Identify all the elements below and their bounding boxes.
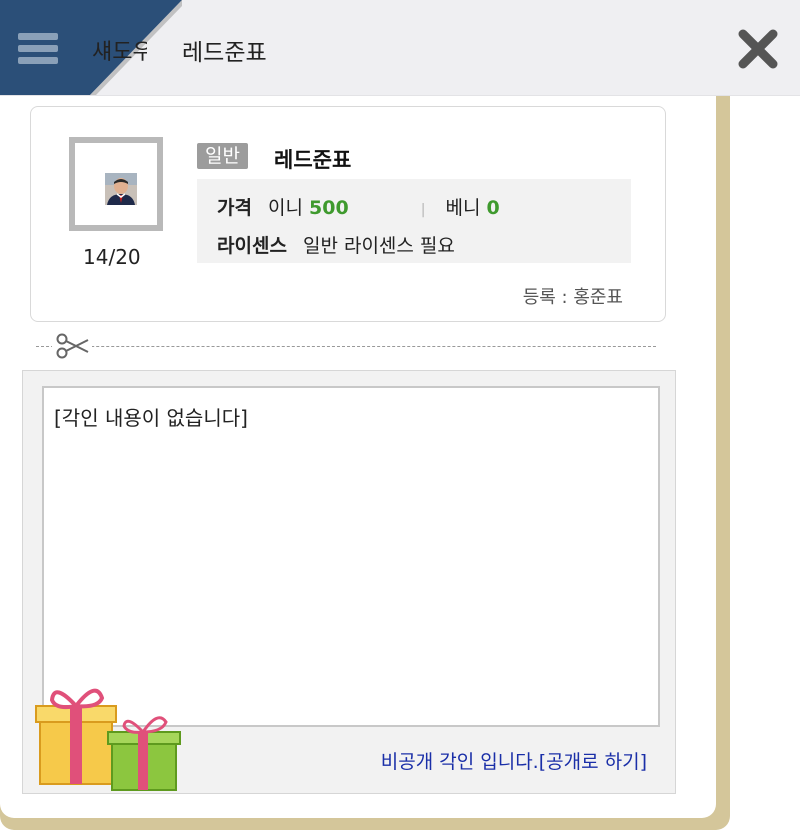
scissors-icon <box>52 330 92 362</box>
tab-label[interactable]: 섀도우 <box>92 34 147 66</box>
page-title: 레드준표 <box>182 40 267 66</box>
separator: | <box>420 202 426 218</box>
license-row: 라이센스 일반 라이센스 필요 <box>217 231 455 258</box>
price-label: 가격 <box>217 197 252 219</box>
make-public-link[interactable]: [공개로 하기] <box>539 751 647 773</box>
gift-boxes-icon <box>35 688 181 791</box>
item-info-card: 14/20 일반 레드준표 가격 이니 500 | 베니 0 라이센스 일반 라… <box>30 106 666 322</box>
portrait-image <box>105 173 137 205</box>
private-status: 비공개 각인 입니다.[공개로 하기] <box>381 747 647 774</box>
ini-value: 500 <box>309 197 349 219</box>
beni-value: 0 <box>486 197 500 219</box>
header-bar: 섀도우 레드준표 <box>0 0 800 96</box>
item-name: 레드준표 <box>274 148 352 172</box>
engraving-content: [각인 내용이 없습니다] <box>54 406 248 430</box>
item-details: 가격 이니 500 | 베니 0 라이센스 일반 라이센스 필요 <box>197 179 631 263</box>
private-text: 비공개 각인 입니다. <box>380 751 539 773</box>
menu-icon[interactable] <box>18 33 58 65</box>
ini-label: 이니 <box>268 197 303 219</box>
item-count: 14/20 <box>83 245 141 269</box>
close-icon[interactable] <box>733 24 783 74</box>
license-value: 일반 라이센스 필요 <box>302 235 455 257</box>
price-row: 가격 이니 500 | 베니 0 <box>217 193 500 220</box>
beni-label: 베니 <box>445 197 481 219</box>
cut-line-divider <box>36 346 656 347</box>
item-thumbnail-frame <box>69 137 163 231</box>
grade-badge: 일반 <box>197 143 248 169</box>
license-label: 라이센스 <box>217 235 287 257</box>
registrant-text: 등록 : 홍준표 <box>522 287 623 308</box>
engraving-text-area: [각인 내용이 없습니다] <box>42 386 660 727</box>
